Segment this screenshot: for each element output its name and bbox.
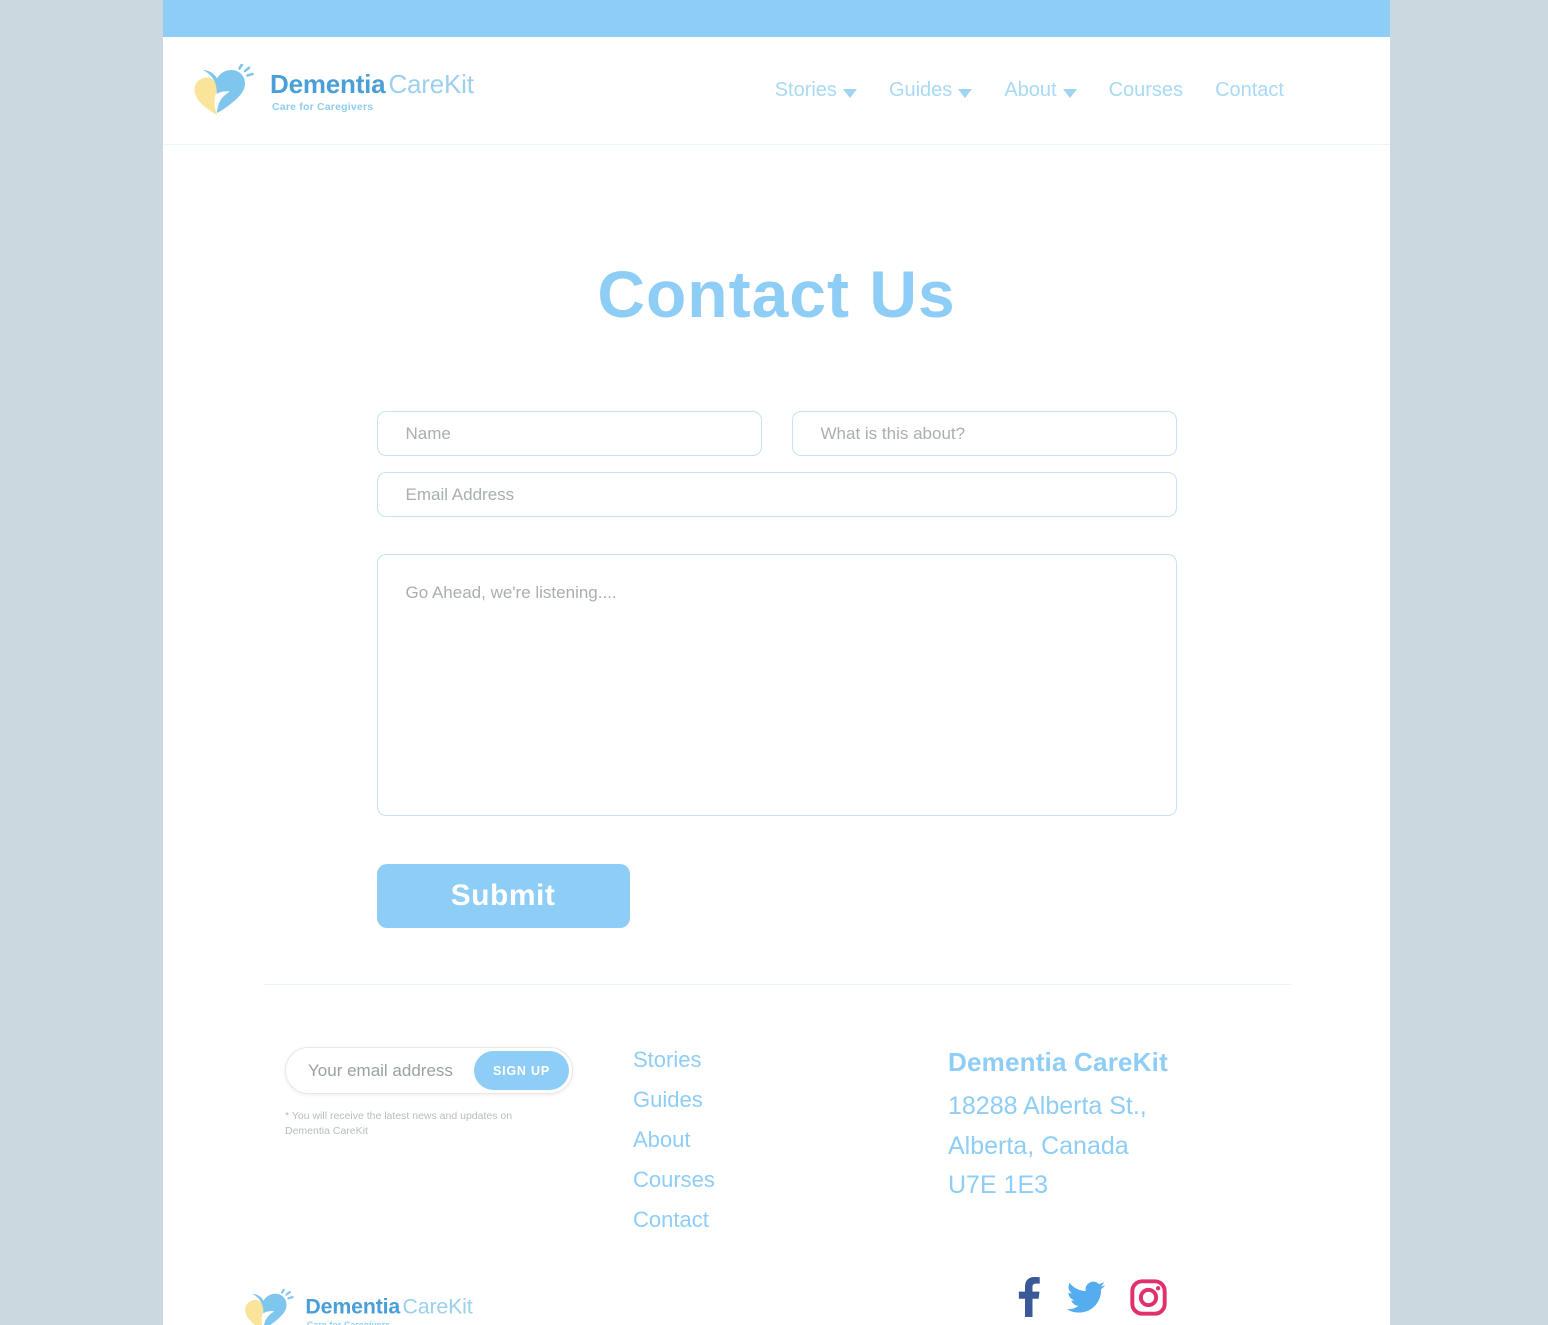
footer-brand-name-secondary: CareKit (402, 1293, 473, 1318)
facebook-icon[interactable] (1015, 1277, 1042, 1317)
chevron-down-icon (1062, 89, 1077, 98)
nav-label: Courses (1108, 79, 1184, 101)
footer-link-stories[interactable]: Stories (633, 1047, 701, 1073)
submit-button[interactable]: Submit (376, 864, 630, 928)
form-row-name-subject (376, 411, 1177, 456)
site-footer: SIGN UP * You will receive the latest ne… (163, 984, 1390, 1325)
brand-title: Dementia CareKit (270, 71, 474, 97)
footer-brand-title: DementiaCareKit (305, 1295, 472, 1316)
newsletter-signup-column: SIGN UP * You will receive the latest ne… (163, 1047, 633, 1233)
brand-text: Dementia CareKit Care for Caregivers (270, 68, 474, 113)
footer-brand-tagline: Care for Caregivers (307, 1319, 391, 1325)
social-links (1015, 1277, 1167, 1317)
name-input[interactable] (376, 411, 762, 456)
brand-name-primary: Dementia (270, 69, 386, 100)
page-container: Dementia CareKit Care for Caregivers Stor… (163, 0, 1390, 1325)
nav-item-about[interactable]: About (1004, 79, 1077, 102)
brand-name-secondary: CareKit (388, 69, 474, 100)
footer-link-about[interactable]: About (633, 1127, 691, 1153)
page-title: Contact Us (597, 257, 956, 331)
brand-logo-link[interactable]: Dementia CareKit Care for Caregivers (187, 63, 474, 118)
top-accent-bar (163, 0, 1390, 37)
chevron-down-icon (842, 89, 857, 98)
message-textarea[interactable] (376, 554, 1177, 816)
footer-link-contact[interactable]: Contact (633, 1207, 709, 1233)
footer-link-courses[interactable]: Courses (633, 1167, 715, 1193)
footer-brand-logo-link[interactable]: DementiaCareKit Care for Caregivers (239, 1288, 473, 1325)
main-navigation: Stories Guides About Courses Contact (775, 79, 1362, 102)
nav-item-courses[interactable]: Courses (1109, 79, 1183, 102)
twitter-icon[interactable] (1067, 1281, 1105, 1313)
nav-label: About (1004, 79, 1057, 101)
newsletter-signup-button[interactable]: SIGN UP (474, 1051, 569, 1090)
heart-logo-icon (194, 63, 254, 115)
nav-item-contact[interactable]: Contact (1215, 79, 1284, 102)
nav-label: Stories (774, 79, 837, 101)
contact-form: Submit (376, 332, 1177, 928)
footer-address-line-2: Alberta, Canada (948, 1131, 1129, 1160)
footer-links-column: Stories Guides About Courses Contact (633, 1047, 948, 1233)
brand-tagline: Care for Caregivers (272, 101, 374, 114)
main-content: Contact Us Submit (163, 256, 1390, 928)
email-input[interactable] (376, 472, 1177, 517)
newsletter-note: * You will receive the latest news and u… (285, 1110, 513, 1138)
form-row-email (376, 472, 1177, 517)
footer-brand-name-primary: Dementia (305, 1293, 401, 1318)
chevron-down-icon (958, 89, 973, 98)
subject-input[interactable] (791, 411, 1177, 456)
instagram-icon[interactable] (1130, 1278, 1167, 1316)
nav-label: Guides (888, 79, 953, 101)
footer-columns: SIGN UP * You will receive the latest ne… (163, 985, 1390, 1233)
footer-bottom-bar: DementiaCareKit Care for Caregivers (163, 1233, 1390, 1325)
footer-address-column: Dementia CareKit 18288 Alberta St., Albe… (948, 1047, 1390, 1233)
nav-item-stories[interactable]: Stories (775, 79, 857, 102)
footer-link-guides[interactable]: Guides (633, 1087, 703, 1113)
newsletter-signup-box: SIGN UP (285, 1047, 573, 1094)
footer-brand-text: DementiaCareKit Care for Caregivers (305, 1292, 472, 1325)
footer-address-line-1: 18288 Alberta St., (948, 1092, 1147, 1120)
heart-logo-icon (245, 1288, 294, 1325)
nav-label: Contact (1215, 79, 1284, 101)
footer-company-name: Dementia CareKit (948, 1047, 1168, 1077)
nav-item-guides[interactable]: Guides (888, 79, 973, 102)
footer-address-line-3: U7E 1E3 (948, 1171, 1049, 1199)
newsletter-email-input[interactable] (286, 1048, 474, 1093)
site-header: Dementia CareKit Care for Caregivers Stor… (163, 37, 1390, 145)
